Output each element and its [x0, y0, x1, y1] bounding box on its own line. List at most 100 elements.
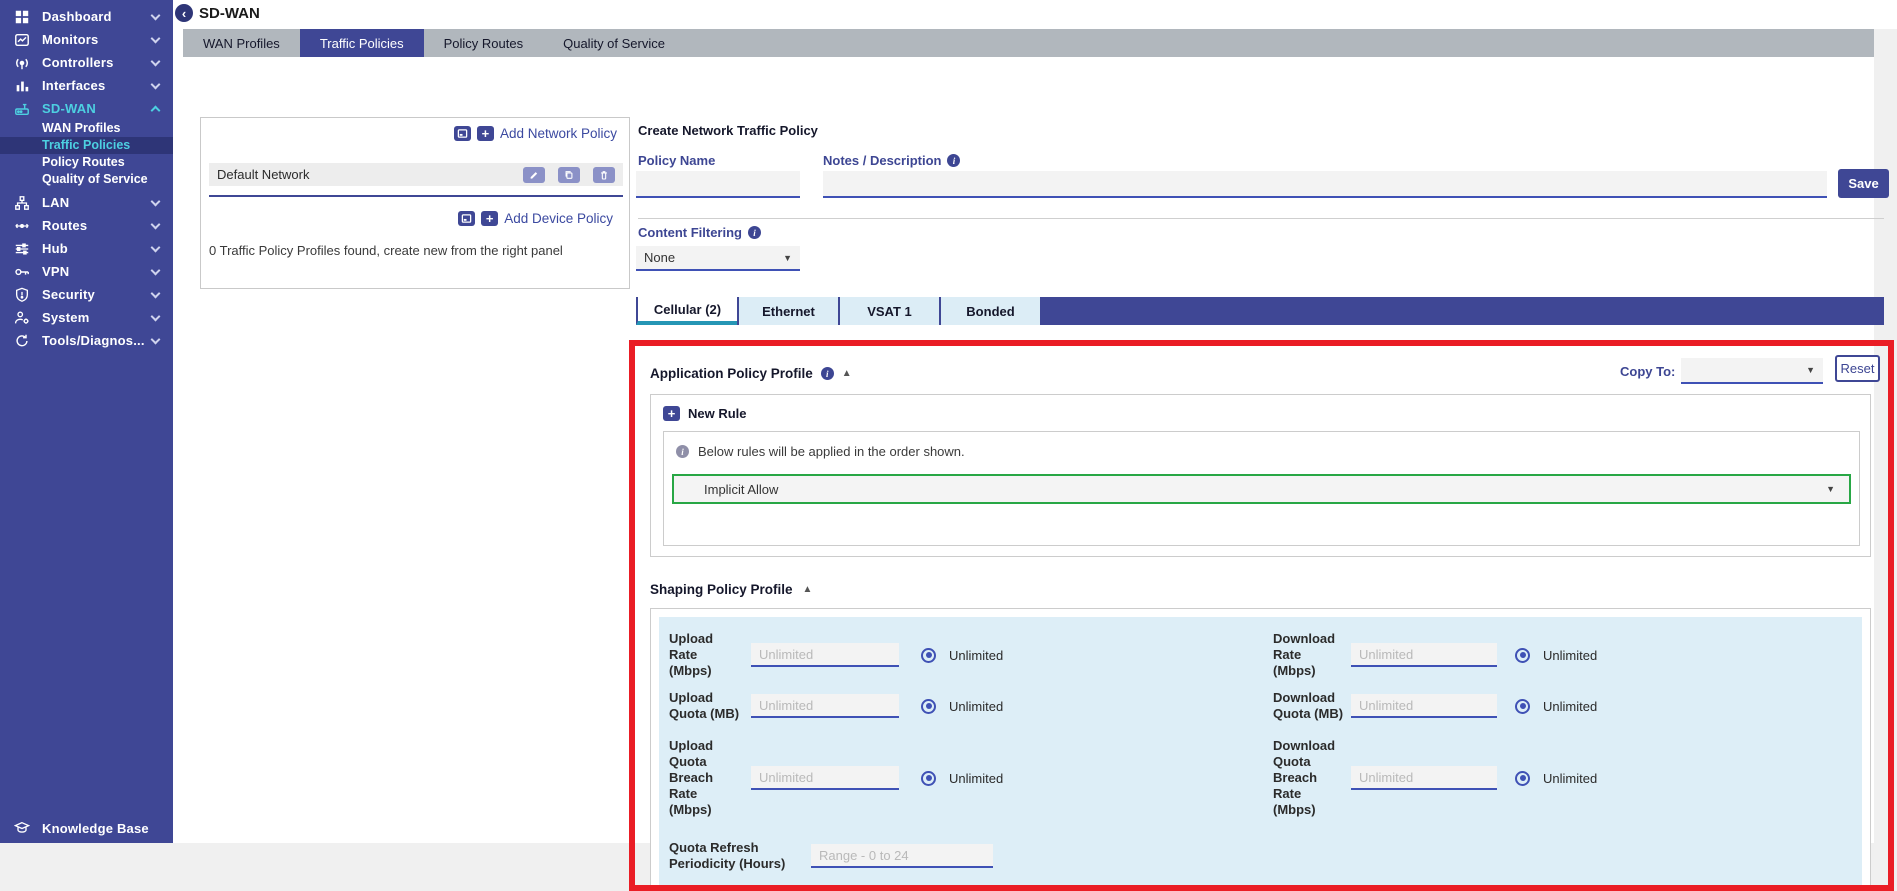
download-rate-label: Download Rate (Mbps) [1273, 631, 1351, 679]
sidebar-item-system[interactable]: System [0, 306, 173, 329]
add-device-policy-label: Add Device Policy [504, 211, 613, 226]
collapse-sidebar-button[interactable]: ‹ [175, 4, 193, 22]
edit-policy-button[interactable] [523, 167, 545, 183]
save-button[interactable]: Save [1838, 169, 1889, 198]
sidebar-item-security[interactable]: Security [0, 283, 173, 306]
copy-policy-button[interactable] [558, 167, 580, 183]
upload-quota-breach-rate-input[interactable] [751, 766, 899, 790]
sidebar-item-sdwan[interactable]: SD-WAN [0, 97, 173, 120]
sidebar-item-traffic-policies[interactable]: Traffic Policies [0, 137, 173, 154]
radio-option-label: Unlimited [1543, 771, 1597, 786]
sidebar-item-hub[interactable]: Hub [0, 237, 173, 260]
tab-policy-routes[interactable]: Policy Routes [424, 29, 543, 57]
tab-ethernet[interactable]: Ethernet [737, 297, 838, 325]
dropdown-arrow-icon: ▼ [1826, 484, 1835, 494]
notes-label: Notes / Description [823, 153, 941, 168]
radio-option-label: Unlimited [1543, 699, 1597, 714]
delete-policy-button[interactable] [593, 167, 615, 183]
sidebar-item-monitors[interactable]: Monitors [0, 28, 173, 51]
sliders-icon [12, 240, 32, 258]
download-quota-breach-rate-input[interactable] [1351, 766, 1497, 790]
router-icon [12, 100, 32, 118]
upload-quota-unlimited-radio[interactable] [921, 699, 936, 714]
application-policy-info-icon[interactable]: i [821, 367, 834, 380]
info-glyph: i [826, 369, 829, 379]
upload-rate-input[interactable] [751, 643, 899, 667]
collapse-section-icon[interactable]: ▲ [803, 584, 813, 595]
application-policy-title-row: Application Policy Profile i ▲ [650, 366, 852, 381]
page-title: SD-WAN [199, 5, 260, 22]
chevron-down-icon [151, 196, 161, 206]
quota-refresh-periodicity-input[interactable] [811, 844, 993, 868]
policy-name-input[interactable] [636, 171, 800, 198]
add-icon: + [663, 406, 680, 421]
sidebar-item-vpn[interactable]: VPN [0, 260, 173, 283]
radio-option-label: Unlimited [949, 699, 1003, 714]
add-device-policy-link[interactable]: + Add Device Policy [458, 211, 613, 226]
rules-order-info-row: i Below rules will be applied in the ord… [676, 444, 965, 459]
new-rule-button[interactable]: + New Rule [663, 406, 747, 421]
content-filtering-select[interactable]: None ▼ [636, 246, 800, 271]
download-breach-unlimited-radio[interactable] [1515, 771, 1530, 786]
sidebar-item-controllers[interactable]: Controllers [0, 51, 173, 74]
chevron-down-icon [151, 33, 161, 43]
copy-to-label: Copy To: [1620, 364, 1675, 379]
reset-button[interactable]: Reset [1835, 355, 1880, 382]
highlight-region: Application Policy Profile i ▲ Copy To: … [629, 340, 1894, 891]
copy-to-select[interactable]: ▼ [1681, 358, 1823, 384]
graduation-cap-icon [12, 819, 32, 837]
network-nodes-icon [12, 194, 32, 212]
tab-cellular[interactable]: Cellular (2) [636, 297, 737, 325]
sidebar-item-label: Security [42, 287, 152, 302]
sidebar-item-dashboard[interactable]: Dashboard [0, 5, 173, 28]
download-rate-unlimited-radio[interactable] [1515, 648, 1530, 663]
sidebar-item-policy-routes[interactable]: Policy Routes [0, 154, 173, 171]
sidebar-item-routes[interactable]: Routes [0, 214, 173, 237]
clone-policy-icon[interactable] [458, 211, 475, 226]
add-icon[interactable]: + [481, 211, 498, 226]
sidebar-item-tools-diagnostics[interactable]: Tools/Diagnos... [0, 329, 173, 352]
tab-wan-profiles[interactable]: WAN Profiles [183, 29, 300, 57]
chevron-down-icon [151, 311, 161, 321]
sidebar-item-quality-of-service[interactable]: Quality of Service [0, 171, 173, 188]
upload-quota-label: Upload Quota (MB) [669, 690, 751, 722]
upload-rate-unlimited-radio[interactable] [921, 648, 936, 663]
policy-list-divider [209, 195, 623, 197]
download-quota-breach-rate-label: Download Quota Breach Rate (Mbps) [1273, 738, 1351, 817]
knowledge-base-link[interactable]: Knowledge Base [0, 813, 173, 843]
module-tab-bar: WAN Profiles Traffic Policies Policy Rou… [183, 29, 1874, 57]
tab-bonded[interactable]: Bonded [939, 297, 1040, 325]
tab-traffic-policies[interactable]: Traffic Policies [300, 29, 424, 57]
info-glyph: i [681, 447, 684, 457]
upload-breach-unlimited-radio[interactable] [921, 771, 936, 786]
sidebar: Dashboard Monitors Controllers Interface… [0, 0, 173, 843]
download-rate-input[interactable] [1351, 643, 1497, 667]
notes-input[interactable] [823, 171, 1827, 198]
chevron-down-icon [151, 56, 161, 66]
info-glyph: i [953, 156, 956, 166]
content-filtering-info-icon[interactable]: i [748, 226, 761, 239]
rule-implicit-allow[interactable]: Implicit Allow ▼ [672, 474, 1851, 504]
add-network-policy-link[interactable]: + Add Network Policy [454, 126, 617, 141]
notes-info-icon[interactable]: i [947, 154, 960, 167]
sidebar-item-wan-profiles[interactable]: WAN Profiles [0, 120, 173, 137]
policy-row-default-network[interactable]: Default Network [209, 163, 623, 186]
chevron-down-icon [151, 288, 161, 298]
clone-policy-icon[interactable] [454, 126, 471, 141]
sidebar-item-lan[interactable]: LAN [0, 191, 173, 214]
add-icon[interactable]: + [477, 126, 494, 141]
tab-quality-of-service[interactable]: Quality of Service [543, 29, 685, 57]
download-quota-input[interactable] [1351, 694, 1497, 718]
radio-option-label: Unlimited [949, 771, 1003, 786]
tab-vsat-1[interactable]: VSAT 1 [838, 297, 939, 325]
upload-quota-input[interactable] [751, 694, 899, 718]
collapse-section-icon[interactable]: ▲ [842, 368, 852, 379]
content-filtering-label: Content Filtering [638, 225, 742, 240]
monitor-chart-icon [12, 31, 32, 49]
chevron-down-icon [151, 10, 161, 20]
sidebar-item-interfaces[interactable]: Interfaces [0, 74, 173, 97]
shaping-policy-title-row: Shaping Policy Profile ▲ [650, 582, 812, 597]
sidebar-subitem-label: Quality of Service [42, 172, 148, 186]
chevron-down-icon [151, 242, 161, 252]
download-quota-unlimited-radio[interactable] [1515, 699, 1530, 714]
